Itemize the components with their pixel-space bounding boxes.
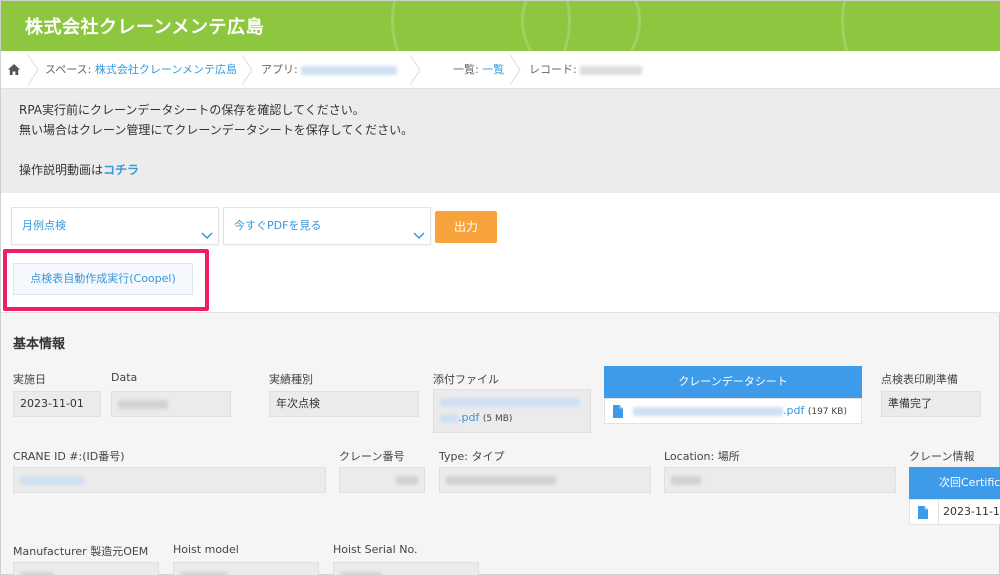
location-label: Location: 場所 [664, 450, 740, 463]
data-value-redacted [118, 399, 168, 409]
inspection-type-select[interactable]: 月例点検 [11, 207, 219, 245]
type-value-redacted [446, 475, 556, 485]
location-field [664, 467, 896, 493]
breadcrumb-space-prefix: スペース: [45, 63, 92, 76]
next-cert-row: 2023-11-1 [909, 499, 1000, 525]
notice-line-3: 操作説明動画はコチラ [19, 161, 139, 178]
type-label: Type: タイプ [439, 450, 505, 463]
attachment-link[interactable]: .pdf [458, 411, 479, 424]
hoist-serial-field [333, 562, 479, 575]
crane-number-value-redacted [396, 475, 418, 485]
crane-datasheet-header: クレーンデータシート [604, 366, 862, 398]
auto-create-inspection-button[interactable]: 点検表自動作成実行(Coopel) [13, 263, 193, 295]
section-title: 基本情報 [13, 337, 66, 352]
manufacturer-label: Manufacturer 製造元OEM [13, 545, 149, 558]
notice-line-2: 無い場合はクレーン管理にてクレーンデータシートを保存してください。 [19, 123, 414, 137]
header-decoration [841, 1, 1000, 51]
print-prep-label: 点検表印刷準備 [881, 373, 958, 386]
breadcrumb-space-link[interactable]: 株式会社クレーンメンテ広島 [95, 63, 237, 76]
output-button[interactable]: 出力 [435, 211, 497, 243]
inspection-type-value: 月例点検 [22, 219, 66, 232]
breadcrumb-record-id-redacted [580, 65, 643, 75]
hoist-serial-label: Hoist Serial No. [333, 543, 418, 556]
manufacturer-field [13, 562, 159, 575]
breadcrumb-record-prefix: レコード: [529, 63, 577, 76]
breadcrumb-list-prefix: 一覧: [453, 63, 479, 76]
video-guide-link[interactable]: コチラ [103, 163, 139, 177]
notice-panel: RPA実行前にクレーンデータシートの保存を確認してください。 無い場合はクレーン… [1, 89, 1000, 193]
crane-datasheet-link[interactable]: .pdf [783, 404, 804, 417]
attachment-field: .pdf (5 MB) [433, 389, 591, 433]
crane-number-label: クレーン番号 [339, 450, 405, 463]
pdf-action-value: 今すぐPDFを見る [234, 219, 322, 232]
breadcrumb-app-link-redacted[interactable] [301, 65, 398, 75]
action-toolbar: 月例点検 今すぐPDFを見る 出力 点検表自動作成実行(Coopel) [1, 193, 1000, 313]
breadcrumb: スペース: 株式会社クレーンメンテ広島 アプリ: 一覧: 一覧 レコード: [1, 51, 1000, 89]
next-cert-date: 2023-11-1 [938, 500, 1000, 524]
crane-datasheet-row: .pdf (197 KB) [604, 398, 862, 424]
breadcrumb-space: スペース: 株式会社クレーンメンテ広島 [45, 51, 237, 89]
hoist-model-label: Hoist model [173, 543, 239, 556]
breadcrumb-record: レコード: [529, 51, 643, 89]
result-type-label: 実績種別 [269, 373, 313, 386]
notice-video-prefix: 操作説明動画は [19, 163, 104, 177]
breadcrumb-list-link[interactable]: 一覧 [482, 63, 504, 76]
type-field [439, 467, 651, 493]
header-decoration [521, 1, 641, 51]
space-title: 株式会社クレーンメンテ広島 [25, 17, 265, 38]
file-icon [918, 506, 928, 522]
attachment-label: 添付ファイル [433, 373, 499, 386]
app-header: 株式会社クレーンメンテ広島 [1, 1, 1000, 51]
pdf-action-select[interactable]: 今すぐPDFを見る [223, 207, 431, 245]
next-cert-header: 次回Certifica [909, 467, 1000, 499]
crane-id-value-redacted [20, 475, 84, 485]
attachment-size: (5 MB) [482, 414, 513, 424]
breadcrumb-app-prefix: アプリ: [261, 63, 298, 76]
implementation-date-field: 2023-11-01 [13, 391, 101, 417]
data-field [111, 391, 231, 417]
file-icon [613, 405, 623, 421]
crane-id-field [13, 467, 326, 493]
attachment-filename-redacted[interactable] [440, 397, 580, 407]
data-label: Data [111, 371, 138, 384]
attachment-filename-redacted[interactable] [440, 413, 458, 423]
home-icon[interactable] [7, 63, 21, 79]
crane-datasheet-filename-redacted[interactable] [633, 406, 783, 416]
crane-datasheet-size: (197 KB) [807, 407, 847, 417]
crane-id-label: CRANE ID #:(ID番号) [13, 450, 125, 463]
location-value-redacted [671, 475, 701, 485]
print-prep-field: 準備完了 [881, 391, 981, 417]
notice-line-1: RPA実行前にクレーンデータシートの保存を確認してください。 [19, 103, 365, 117]
implementation-date-label: 実施日 [13, 373, 46, 386]
breadcrumb-list: 一覧: 一覧 [453, 51, 504, 89]
result-type-field: 年次点検 [269, 391, 419, 417]
hoist-model-field [173, 562, 319, 575]
chevron-down-icon [412, 220, 426, 256]
breadcrumb-app: アプリ: [261, 51, 398, 89]
crane-info-label: クレーン情報 [909, 450, 975, 463]
crane-number-field [339, 467, 425, 493]
